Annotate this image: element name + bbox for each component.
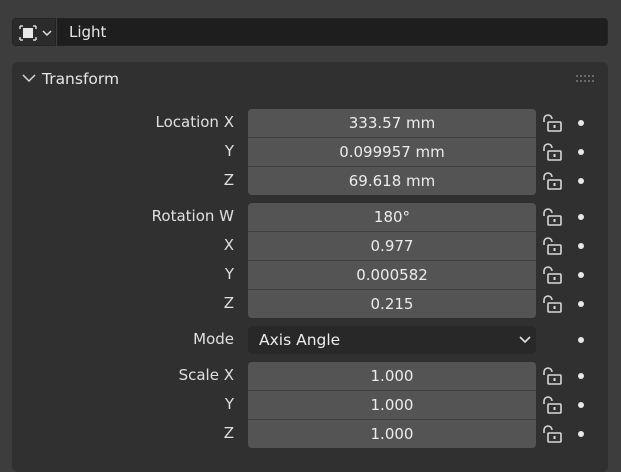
- transform-panel-header[interactable]: Transform: [12, 62, 608, 96]
- rotation-w-field[interactable]: 180°: [248, 203, 536, 231]
- location-z-row: Z 69.618 mm: [12, 167, 608, 195]
- location-z-field[interactable]: 69.618 mm: [248, 167, 536, 195]
- scale-z-field[interactable]: 1.000: [248, 420, 536, 448]
- transform-panel: Transform Location X 333.57 mm Y 0.09995…: [12, 62, 608, 472]
- field-divider: [248, 260, 536, 261]
- unlocked-padlock-icon[interactable]: [541, 295, 563, 313]
- scale-x-row: Scale X 1.000: [12, 362, 608, 390]
- rotation-y-label: Y: [224, 265, 234, 283]
- location-y-label: Y: [224, 142, 234, 160]
- chevron-down-icon: [42, 30, 52, 37]
- rotation-z-row: Z 0.215: [12, 290, 608, 318]
- rotation-w-label: Rotation W: [151, 207, 234, 225]
- keyframe-dot-icon[interactable]: [578, 178, 584, 184]
- mode-row: Mode Axis Angle: [12, 326, 608, 354]
- rotation-y-row: Y 0.000582: [12, 261, 608, 289]
- field-divider: [248, 231, 536, 232]
- mode-label: Mode: [193, 330, 234, 348]
- field-divider: [248, 137, 536, 138]
- rotation-x-row: X 0.977: [12, 232, 608, 260]
- rotation-mode-dropdown[interactable]: Axis Angle: [248, 326, 536, 354]
- keyframe-dot-icon[interactable]: [578, 272, 584, 278]
- location-z-label: Z: [223, 171, 234, 189]
- location-x-field[interactable]: 333.57 mm: [248, 109, 536, 137]
- keyframe-dot-icon[interactable]: [578, 243, 584, 249]
- rotation-mode-value: Axis Angle: [259, 331, 341, 349]
- keyframe-dot-icon[interactable]: [578, 214, 584, 220]
- unlocked-padlock-icon[interactable]: [541, 266, 563, 284]
- scale-y-row: Y 1.000: [12, 391, 608, 419]
- keyframe-dot-icon[interactable]: [578, 337, 584, 343]
- location-x-label: Location X: [155, 113, 235, 131]
- rotation-z-field[interactable]: 0.215: [248, 290, 536, 318]
- chevron-down-icon: [22, 74, 36, 83]
- keyframe-dot-icon[interactable]: [578, 120, 584, 126]
- unlocked-padlock-icon[interactable]: [541, 114, 563, 132]
- location-y-row: Y 0.099957 mm: [12, 138, 608, 166]
- field-divider: [248, 390, 536, 391]
- scale-x-field[interactable]: 1.000: [248, 362, 536, 390]
- unlocked-padlock-icon[interactable]: [541, 367, 563, 385]
- keyframe-dot-icon[interactable]: [578, 301, 584, 307]
- rotation-z-label: Z: [223, 294, 234, 312]
- field-divider: [248, 419, 536, 420]
- object-header: Light: [12, 18, 608, 46]
- rotation-x-label: X: [223, 236, 234, 254]
- unlocked-padlock-icon[interactable]: [541, 237, 563, 255]
- unlocked-padlock-icon[interactable]: [541, 143, 563, 161]
- keyframe-dot-icon[interactable]: [578, 431, 584, 437]
- rotation-x-field[interactable]: 0.977: [248, 232, 536, 260]
- field-divider: [248, 289, 536, 290]
- scale-y-label: Y: [224, 395, 234, 413]
- unlocked-padlock-icon[interactable]: [541, 396, 563, 414]
- location-y-field[interactable]: 0.099957 mm: [248, 138, 536, 166]
- scale-y-field[interactable]: 1.000: [248, 391, 536, 419]
- field-divider: [248, 166, 536, 167]
- location-x-row: Location X 333.57 mm: [12, 109, 608, 137]
- unlocked-padlock-icon[interactable]: [541, 208, 563, 226]
- keyframe-dot-icon[interactable]: [578, 402, 584, 408]
- unlocked-padlock-icon[interactable]: [541, 425, 563, 443]
- rotation-y-field[interactable]: 0.000582: [248, 261, 536, 289]
- drag-handle-icon[interactable]: [576, 75, 594, 83]
- unlocked-padlock-icon[interactable]: [541, 172, 563, 190]
- panel-title: Transform: [42, 70, 120, 88]
- chevron-down-icon: [519, 336, 531, 344]
- light-object-icon: [19, 25, 37, 41]
- object-name-field[interactable]: Light: [57, 18, 608, 46]
- keyframe-dot-icon[interactable]: [578, 149, 584, 155]
- rotation-w-row: Rotation W 180°: [12, 203, 608, 231]
- scale-z-label: Z: [223, 424, 234, 442]
- scale-x-label: Scale X: [178, 366, 234, 384]
- keyframe-dot-icon[interactable]: [578, 373, 584, 379]
- scale-z-row: Z 1.000: [12, 420, 608, 448]
- object-type-button[interactable]: [12, 18, 56, 46]
